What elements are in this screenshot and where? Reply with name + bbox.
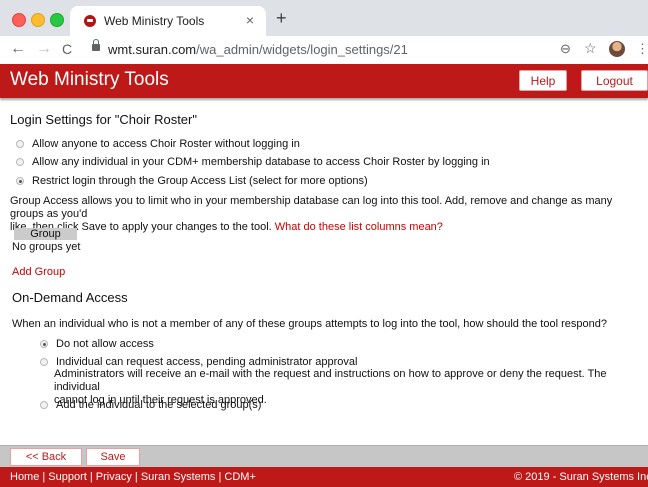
tab-title: Web Ministry Tools — [104, 14, 205, 28]
reload-icon[interactable]: C — [62, 40, 72, 58]
browser-toolbar: ← → C wmt.suran.com/wa_admin/widgets/log… — [0, 36, 648, 65]
url-text: wmt.suran.com/wa_admin/widgets/login_set… — [108, 42, 408, 57]
browser-tab-bar: Web Ministry Tools × + — [0, 0, 648, 36]
page-title: Login Settings for "Choir Roster" — [10, 112, 197, 127]
footer-links[interactable]: Home | Support | Privacy | Suran Systems… — [10, 471, 256, 483]
bookmark-star-icon[interactable]: ☆ — [584, 41, 597, 55]
site-favicon-icon — [84, 15, 96, 27]
radio-button-selected[interactable] — [40, 340, 48, 348]
address-bar[interactable]: wmt.suran.com/wa_admin/widgets/login_set… — [86, 39, 600, 61]
browser-tab[interactable]: Web Ministry Tools × — [70, 6, 266, 36]
option-label: Individual can request access, pending a… — [56, 356, 358, 368]
radio-button[interactable] — [16, 140, 24, 148]
profile-avatar[interactable] — [609, 41, 625, 57]
login-option-members[interactable]: Allow any individual in your CDM+ member… — [16, 156, 490, 168]
help-button[interactable]: Help — [519, 70, 567, 91]
radio-button-selected[interactable] — [16, 177, 24, 185]
back-button[interactable]: << Back — [10, 448, 82, 466]
on-demand-heading: On-Demand Access — [12, 290, 128, 305]
maximize-window-button[interactable] — [50, 13, 64, 27]
group-table-empty: No groups yet — [12, 241, 81, 253]
option-label: Restrict login through the Group Access … — [32, 175, 368, 187]
site-header: Web Ministry Tools Help Logout — [0, 64, 648, 98]
login-option-group-access[interactable]: Restrict login through the Group Access … — [16, 175, 368, 187]
close-tab-icon[interactable]: × — [246, 12, 254, 28]
close-window-button[interactable] — [12, 13, 26, 27]
radio-button[interactable] — [40, 358, 48, 366]
on-demand-option-deny[interactable]: Do not allow access — [40, 338, 154, 350]
minimize-window-button[interactable] — [31, 13, 45, 27]
on-demand-question: When an individual who is not a member o… — [12, 318, 607, 330]
back-arrow-icon[interactable]: ← — [10, 40, 26, 58]
save-button[interactable]: Save — [86, 448, 140, 466]
group-column-header[interactable]: Group — [14, 228, 77, 240]
site-footer: Home | Support | Privacy | Suran Systems… — [0, 467, 648, 487]
list-columns-help-link[interactable]: What do these list columns mean? — [275, 221, 443, 233]
site-title: Web Ministry Tools — [10, 69, 169, 90]
zoom-icon[interactable]: ⊖ — [560, 42, 571, 56]
new-tab-button[interactable]: + — [276, 9, 287, 27]
option-label: Allow any individual in your CDM+ member… — [32, 156, 490, 168]
add-group-link[interactable]: Add Group — [12, 266, 65, 278]
action-bar: << Back Save — [0, 445, 648, 468]
forward-arrow-icon[interactable]: → — [36, 40, 52, 58]
option-label: Do not allow access — [56, 338, 154, 350]
radio-button[interactable] — [40, 401, 48, 409]
lock-icon — [92, 39, 100, 51]
option-label: Allow anyone to access Choir Roster with… — [32, 138, 300, 150]
option-label: Add the individual to the selected group… — [56, 399, 262, 411]
on-demand-option-add-to-group[interactable]: Add the individual to the selected group… — [40, 399, 261, 411]
login-option-anyone[interactable]: Allow anyone to access Choir Roster with… — [16, 138, 300, 150]
on-demand-option-request[interactable]: Individual can request access, pending a… — [40, 356, 357, 368]
browser-menu-icon[interactable]: ⋮ — [636, 42, 648, 56]
radio-button[interactable] — [16, 158, 24, 166]
logout-button[interactable]: Logout — [581, 70, 648, 91]
group-access-description: Group Access allows you to limit who in … — [10, 195, 613, 233]
copyright-text: © 2019 - Suran Systems Inc. — [514, 471, 648, 483]
